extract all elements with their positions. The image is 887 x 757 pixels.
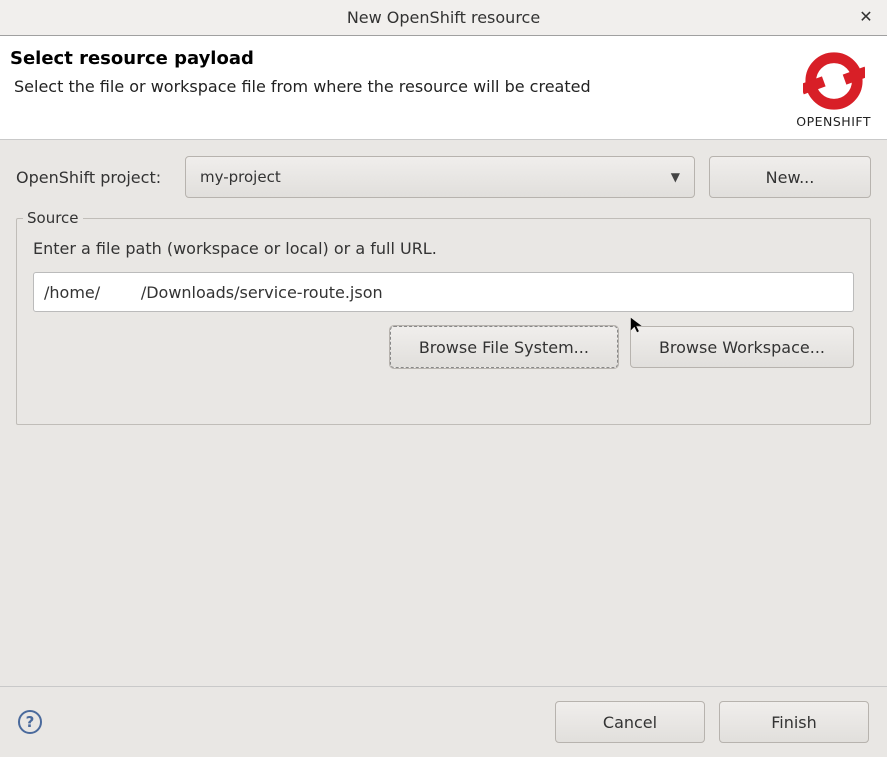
wizard-body: OpenShift project: my-project ▼ New... S…: [0, 140, 887, 686]
project-combo-value: my-project: [200, 168, 281, 186]
cancel-button[interactable]: Cancel: [555, 701, 705, 743]
openshift-logo: OPENSHIFT: [796, 50, 871, 129]
source-path-input[interactable]: [33, 272, 854, 312]
browse-workspace-button[interactable]: Browse Workspace...: [630, 326, 854, 368]
project-row: OpenShift project: my-project ▼ New...: [16, 156, 871, 198]
openshift-logo-icon: [803, 50, 865, 112]
title-bar: New OpenShift resource ✕: [0, 0, 887, 36]
source-groupbox: Source Enter a file path (workspace or l…: [16, 218, 871, 425]
help-icon[interactable]: ?: [18, 710, 42, 734]
close-icon[interactable]: ✕: [855, 6, 877, 28]
browse-filesystem-button[interactable]: Browse File System...: [390, 326, 618, 368]
window-title: New OpenShift resource: [0, 8, 887, 27]
project-combo[interactable]: my-project ▼: [185, 156, 695, 198]
body-spacer: [16, 425, 871, 676]
banner-heading: Select resource payload: [10, 48, 786, 69]
chevron-down-icon: ▼: [671, 170, 680, 184]
openshift-logo-text: OPENSHIFT: [796, 114, 871, 129]
new-project-button[interactable]: New...: [709, 156, 871, 198]
finish-button[interactable]: Finish: [719, 701, 869, 743]
wizard-banner: Select resource payload Select the file …: [0, 36, 887, 140]
footer-buttons: Cancel Finish: [555, 701, 869, 743]
banner-text-block: Select resource payload Select the file …: [10, 48, 786, 96]
banner-subtext: Select the file or workspace file from w…: [14, 77, 786, 96]
source-legend: Source: [23, 209, 83, 227]
wizard-footer: ? Cancel Finish: [0, 686, 887, 757]
browse-row: Browse File System... Browse Workspace..…: [33, 326, 854, 368]
project-label: OpenShift project:: [16, 168, 171, 187]
source-hint: Enter a file path (workspace or local) o…: [33, 239, 854, 258]
